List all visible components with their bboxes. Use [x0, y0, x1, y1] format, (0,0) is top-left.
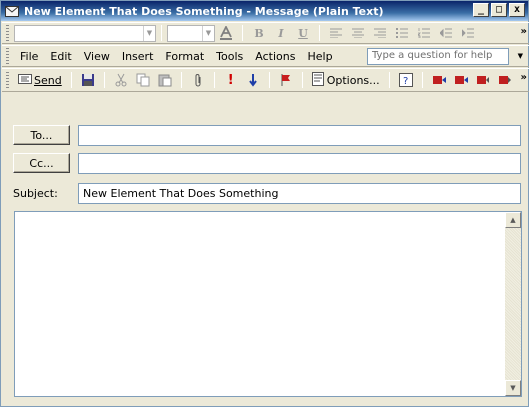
options-button[interactable]: Options... [310, 71, 382, 89]
numbering-icon[interactable] [415, 24, 433, 42]
toolbar-separator [319, 25, 320, 41]
toolbar-grip[interactable] [6, 72, 9, 88]
toolbar-separator [388, 72, 390, 88]
underline-button[interactable]: U [294, 24, 312, 42]
paperclip-icon[interactable] [189, 71, 207, 89]
envelope-icon [5, 5, 19, 17]
toolbar-separator [268, 72, 270, 88]
high-importance-icon[interactable]: ! [222, 71, 240, 89]
flag-icon[interactable] [277, 71, 295, 89]
message-window: New Element That Does Something - Messag… [0, 0, 529, 407]
minimize-button[interactable]: _ [473, 3, 489, 17]
paste-icon[interactable] [156, 71, 174, 89]
toolbar-separator [242, 25, 243, 41]
toolbar-grip[interactable] [6, 25, 9, 41]
help-question-input[interactable]: Type a question for help [367, 48, 509, 65]
first-item-icon[interactable] [474, 71, 492, 89]
bold-button[interactable]: B [250, 24, 268, 42]
italic-button[interactable]: I [272, 24, 290, 42]
cc-button[interactable]: Cc... [13, 153, 70, 173]
chevron-down-icon[interactable]: ▼ [518, 52, 523, 60]
previous-item-icon[interactable] [430, 71, 448, 89]
options-label: Options... [326, 73, 380, 87]
svg-text:?: ? [403, 76, 408, 87]
subject-row: Subject: New Element That Does Something [1, 183, 528, 205]
menu-format[interactable]: Format [159, 47, 210, 65]
next-item-icon[interactable] [452, 71, 470, 89]
align-right-icon[interactable] [371, 24, 389, 42]
scroll-up-icon[interactable]: ▲ [505, 212, 521, 228]
toolbar-separator [180, 72, 182, 88]
toolbar-grip[interactable] [6, 48, 9, 64]
low-importance-icon[interactable] [244, 71, 262, 89]
send-label: Send [34, 73, 62, 87]
menu-tools[interactable]: Tools [210, 47, 249, 65]
to-field[interactable] [78, 125, 521, 146]
cc-row: Cc... [1, 153, 528, 175]
last-item-icon[interactable] [496, 71, 514, 89]
subject-label: Subject: [13, 187, 58, 200]
send-button[interactable]: Send [16, 71, 64, 89]
options-icon [311, 71, 324, 89]
cc-field[interactable] [78, 153, 521, 174]
bullets-icon[interactable] [393, 24, 411, 42]
toolbar-separator [70, 72, 72, 88]
font-size-combo[interactable]: ▼ [167, 24, 215, 42]
scroll-down-icon[interactable]: ▼ [505, 380, 521, 396]
toolbar-overflow-chevron[interactable]: » [521, 26, 528, 37]
align-left-icon[interactable] [327, 24, 345, 42]
menu-edit[interactable]: Edit [44, 47, 77, 65]
to-row: To... [1, 125, 528, 147]
copy-icon[interactable] [134, 71, 152, 89]
standard-toolbar: Send ! Options... ? » [2, 68, 529, 92]
toolbar-separator [103, 72, 105, 88]
title-bar: New Element That Does Something - Messag… [1, 1, 528, 21]
window-title: New Element That Does Something - Messag… [24, 4, 384, 18]
window-controls: _ □ x [473, 3, 525, 17]
align-center-icon[interactable] [349, 24, 367, 42]
menu-actions[interactable]: Actions [249, 47, 301, 65]
to-button[interactable]: To... [13, 125, 70, 145]
increase-indent-icon[interactable] [459, 24, 477, 42]
save-icon[interactable] [79, 71, 97, 89]
toolbar-overflow-chevron[interactable]: » [521, 72, 528, 83]
menu-help[interactable]: Help [301, 47, 338, 65]
close-button[interactable]: x [509, 3, 525, 17]
formatting-toolbar: ▼ ▼ B I U » [2, 22, 529, 44]
toolbar-separator [421, 72, 423, 88]
message-body[interactable]: ▲ ▼ [14, 211, 522, 397]
menu-insert[interactable]: Insert [116, 47, 160, 65]
chevron-down-icon[interactable]: ▼ [202, 25, 214, 41]
toolbar-separator [301, 72, 303, 88]
menu-view[interactable]: View [78, 47, 116, 65]
menu-file[interactable]: File [14, 47, 44, 65]
cut-icon[interactable] [112, 71, 130, 89]
menu-bar: File Edit View Insert Format Tools Actio… [2, 45, 529, 67]
font-name-combo[interactable]: ▼ [14, 24, 156, 42]
subject-field[interactable]: New Element That Does Something [78, 183, 521, 204]
message-body-text [15, 212, 521, 218]
vertical-scrollbar[interactable]: ▲ ▼ [505, 212, 521, 396]
chevron-down-icon[interactable]: ▼ [143, 25, 155, 41]
send-icon [18, 73, 32, 87]
toolbar-separator [161, 25, 162, 41]
decrease-indent-icon[interactable] [437, 24, 455, 42]
font-color-icon[interactable] [217, 24, 235, 42]
help-icon[interactable]: ? [397, 71, 415, 89]
maximize-button[interactable]: □ [491, 3, 507, 17]
toolbar-separator [213, 72, 215, 88]
